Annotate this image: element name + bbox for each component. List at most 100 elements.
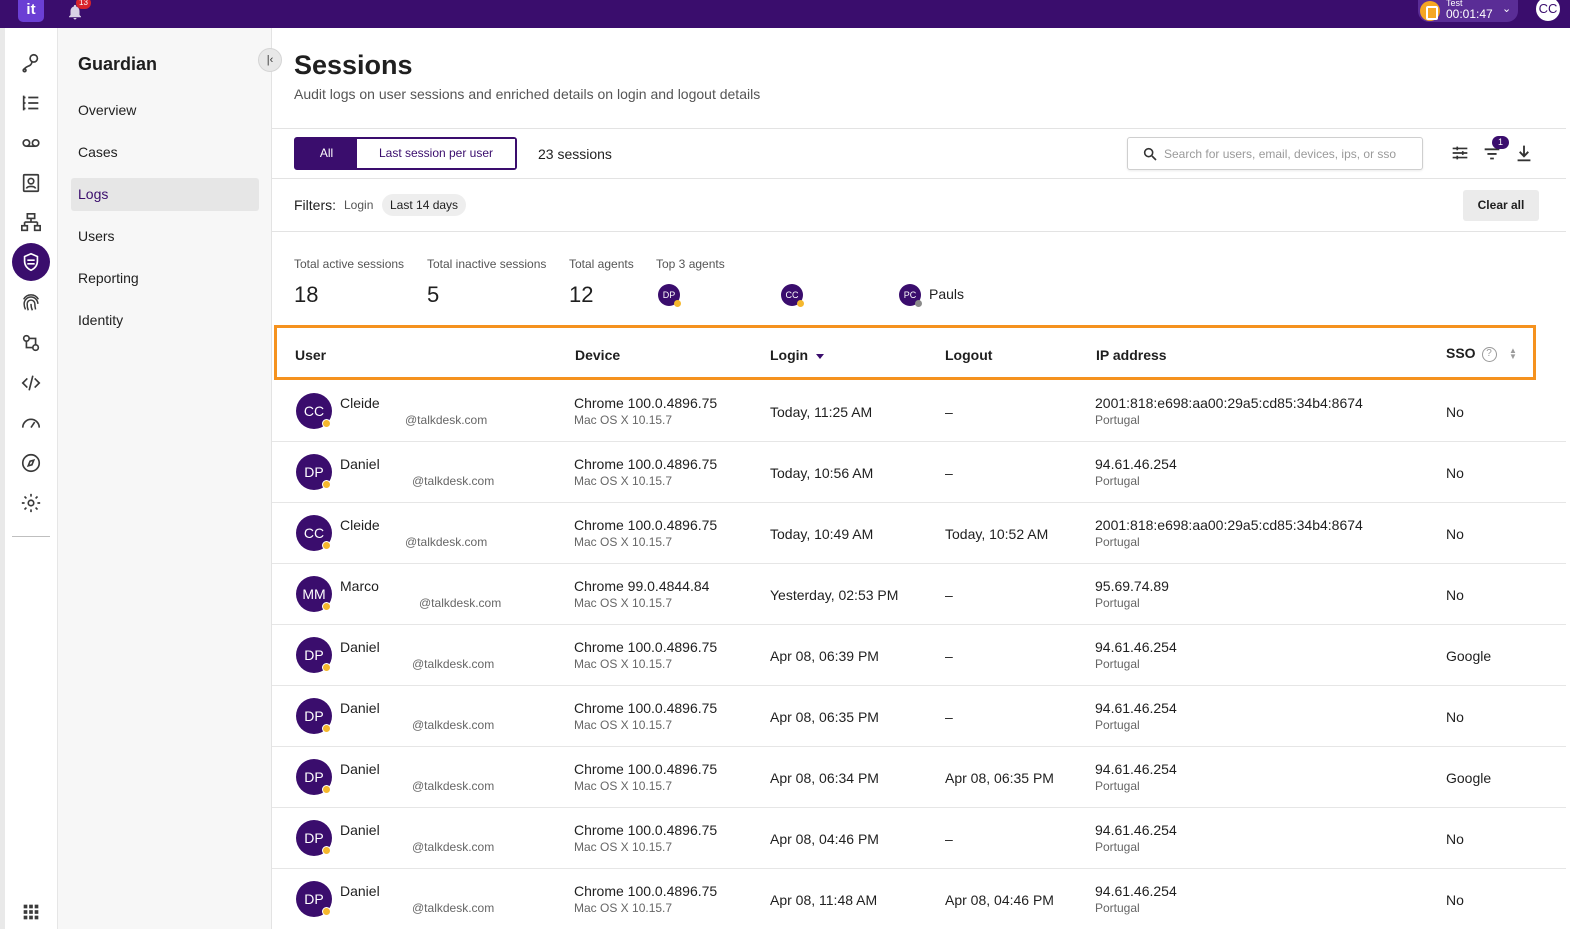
voicemail-icon[interactable] (17, 129, 45, 157)
top-agent-avatar[interactable]: PC (899, 284, 922, 307)
top-agent-avatar[interactable]: CC (781, 284, 804, 307)
top-bar: it 13 Test 00:01:47 ⌄ CC (0, 0, 1570, 28)
sso-value: Google (1446, 648, 1492, 664)
top-agent-name: Pauls (929, 286, 965, 302)
table-row[interactable]: DP Daniel @talkdesk.com Chrome 100.0.4896.7… (272, 869, 1566, 929)
code-icon[interactable] (17, 369, 45, 397)
column-header-logout[interactable]: Logout (945, 347, 992, 363)
status-dot (322, 907, 331, 916)
routing-icon[interactable] (17, 49, 45, 77)
table-row[interactable]: DP Daniel @talkdesk.com Chrome 100.0.4896.7… (272, 686, 1566, 747)
nav-item-cases[interactable]: Cases (71, 136, 259, 169)
agent-initials: DP (662, 290, 676, 300)
column-header-user[interactable]: User (295, 347, 326, 363)
device-browser: Chrome 100.0.4896.75 (574, 456, 718, 472)
apps-grid-icon[interactable] (17, 898, 45, 926)
nav-item-overview[interactable]: Overview (71, 94, 259, 127)
user-name: Daniel (340, 639, 380, 655)
list-icon[interactable] (17, 89, 45, 117)
user-email: @talkdesk.com (405, 535, 488, 549)
ip-address: 2001:818:e698:aa00:29a5:cd85:34b4:8674 (1095, 395, 1363, 411)
contacts-icon[interactable] (17, 169, 45, 197)
table-row[interactable]: MM Marco @talkdesk.com Chrome 99.0.4844.84 M… (272, 564, 1566, 625)
column-header-ip[interactable]: IP address (1096, 347, 1167, 363)
gear-icon[interactable] (17, 489, 45, 517)
device-os: Mac OS X 10.15.7 (574, 596, 673, 610)
column-header-device[interactable]: Device (575, 347, 620, 363)
ip-country: Portugal (1095, 474, 1140, 488)
ip-country: Portugal (1095, 779, 1140, 793)
login-time: Apr 08, 06:39 PM (770, 648, 879, 664)
column-header-sso[interactable]: SSO? (1446, 345, 1497, 362)
toggle-last-session-button[interactable]: Last session per user (357, 139, 515, 168)
help-icon[interactable]: ? (1481, 346, 1497, 362)
table-row[interactable]: DP Daniel @talkdesk.com Chrome 100.0.4896.7… (272, 747, 1566, 808)
ip-address: 94.61.46.254 (1095, 700, 1177, 716)
sso-value: Google (1446, 770, 1492, 786)
logout-time: – (945, 831, 953, 847)
columns-settings-icon[interactable] (1449, 142, 1471, 164)
status-dot (322, 541, 331, 550)
flow-icon[interactable] (17, 209, 45, 237)
column-header-login[interactable]: Login (770, 347, 825, 363)
sso-value: No (1446, 709, 1464, 725)
search-input[interactable] (1164, 144, 1414, 164)
timer-status-icon (1420, 1, 1440, 21)
chevron-down-icon[interactable]: ⌄ (1502, 2, 1511, 15)
clear-all-button[interactable]: Clear all (1463, 190, 1539, 221)
app-logo[interactable]: it (18, 0, 44, 22)
session-count: 23 sessions (538, 146, 612, 162)
logout-time: – (945, 465, 953, 481)
sort-icon[interactable]: ▲ ▼ (1509, 347, 1517, 361)
ip-country: Portugal (1095, 535, 1140, 549)
dashboard-icon[interactable] (17, 409, 45, 437)
stat-inactive-value: 5 (427, 282, 440, 307)
filter-chip[interactable]: Last 14 days (382, 194, 467, 216)
nav-item-logs[interactable]: Logs (71, 178, 259, 211)
table-row[interactable]: DP Daniel @talkdesk.com Chrome 100.0.4896.7… (272, 808, 1566, 869)
stat-top-agents-label: Top 3 agents (656, 257, 725, 271)
search-icon (1143, 147, 1157, 161)
ip-address: 94.61.46.254 (1095, 822, 1177, 838)
user-name: Marco (340, 578, 379, 594)
logout-time: Apr 08, 04:46 PM (945, 892, 1054, 908)
status-dot (322, 724, 331, 733)
toggle-all-button[interactable]: All (296, 139, 357, 168)
ip-address: 2001:818:e698:aa00:29a5:cd85:34b4:8674 (1095, 517, 1363, 533)
compass-icon[interactable] (17, 449, 45, 477)
table-row[interactable]: DP Daniel @talkdesk.com Chrome 100.0.4896.7… (272, 442, 1566, 503)
ip-address: 95.69.74.89 (1095, 578, 1169, 594)
session-view-toggle: All Last session per user (294, 137, 517, 170)
table-row[interactable]: CC Cleide @talkdesk.com Chrome 100.0.4896.7… (272, 503, 1566, 564)
device-browser: Chrome 100.0.4896.75 (574, 395, 718, 411)
sort-desc-icon[interactable] (816, 353, 825, 359)
automation-icon[interactable] (17, 329, 45, 357)
status-dot (674, 300, 681, 307)
guardian-nav: Guardian |‹ Overview Cases Logs Users Re… (58, 28, 282, 929)
user-email: @talkdesk.com (405, 413, 488, 427)
table-row[interactable]: CC Cleide @talkdesk.com Chrome 100.0.4896.7… (272, 381, 1566, 442)
table-row[interactable]: DP Daniel @talkdesk.com Chrome 100.0.4896.7… (272, 625, 1566, 686)
nav-item-reporting[interactable]: Reporting (71, 262, 259, 295)
nav-item-users[interactable]: Users (71, 220, 259, 253)
page-subtitle: Audit logs on user sessions and enriched… (294, 86, 761, 102)
nav-item-identity[interactable]: Identity (71, 304, 259, 337)
top-agent-avatar[interactable]: DP (658, 284, 681, 307)
download-icon[interactable] (1513, 142, 1535, 164)
user-name: Daniel (340, 822, 380, 838)
sso-value: No (1446, 404, 1464, 420)
rail-edge (0, 28, 5, 929)
fingerprint-icon[interactable] (17, 289, 45, 317)
user-email: @talkdesk.com (419, 596, 502, 610)
login-time: Apr 08, 11:48 AM (770, 892, 878, 908)
login-time: Apr 08, 06:35 PM (770, 709, 879, 725)
login-time: Today, 10:49 AM (770, 526, 874, 542)
stat-active-value: 18 (294, 282, 319, 307)
sso-value: No (1446, 526, 1464, 542)
session-timer[interactable]: Test 00:01:47 ⌄ (1418, 0, 1518, 22)
filter-field-label: Login (344, 198, 374, 212)
device-browser: Chrome 100.0.4896.75 (574, 700, 718, 716)
guardian-shield-icon[interactable] (12, 243, 50, 281)
user-avatar[interactable]: CC (1534, 0, 1562, 23)
sso-value: No (1446, 465, 1464, 481)
